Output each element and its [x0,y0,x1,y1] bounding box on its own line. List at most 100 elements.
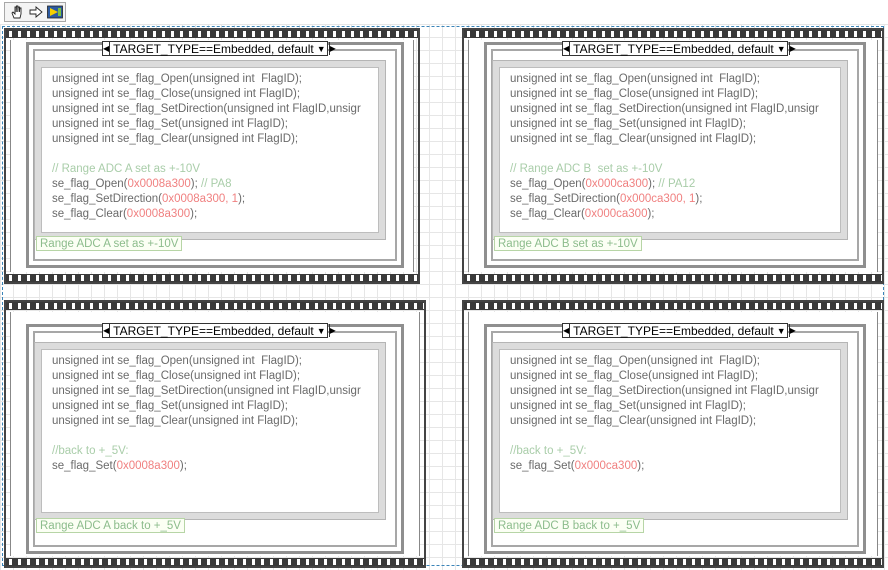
code-token: unsigned int [510,415,576,427]
code-token: unsigned int [52,88,118,100]
dropdown-arrow-icon[interactable]: ▼ [777,44,789,54]
code-line: //back to +_5V: [510,444,819,459]
code-token: ); [179,460,187,472]
code-line: se_flag_Set(0x0008a300); [52,459,361,474]
prev-case-arrow-icon[interactable]: ◀ [103,324,111,337]
code-line: unsigned int se_flag_Open(unsigned int F… [52,354,361,369]
code-token: unsigned int FlagID); [650,355,760,367]
hand-icon[interactable] [9,4,25,20]
code-line: unsigned int se_flag_Set(unsigned int Fl… [52,117,361,132]
code-token: unsigned int FlagID); [651,370,759,382]
code-line: se_flag_SetDirection(0x0008a300, 1); [52,192,361,207]
code-area[interactable]: unsigned int se_flag_Open(unsigned int F… [499,349,841,513]
prev-case-arrow-icon[interactable]: ◀ [563,324,571,337]
code-line: se_flag_Open(0x0008a300); // PA8 [52,177,361,192]
next-case-arrow-icon[interactable]: ▶ [788,42,796,55]
code-token: se_flag_Open( [575,73,651,85]
dropdown-arrow-icon[interactable]: ▼ [777,326,789,336]
code-token: unsigned int [52,370,118,382]
case-selector[interactable]: ◀ TARGET_TYPE==Embedded, default ▼ ▶ [562,41,796,56]
film-strip-bottom [464,274,882,282]
code-token: // Range ADC B set as +-10V [510,163,663,175]
code-line: unsigned int se_flag_Open(unsigned int F… [510,72,819,87]
formula-node[interactable]: unsigned int se_flag_Open(unsigned int F… [492,60,848,240]
prev-case-arrow-icon[interactable]: ◀ [563,42,571,55]
code-line: unsigned int se_flag_SetDirection(unsign… [510,384,819,399]
film-strip-top [464,30,882,38]
code-token: se_flag_Close( [117,88,194,100]
prev-case-arrow-icon[interactable]: ◀ [103,42,111,55]
code-line: unsigned int se_flag_Close(unsigned int … [52,87,361,102]
code-token: // PA8 [201,178,232,190]
arrow-icon[interactable] [28,4,44,20]
case-selector-label: TARGET_TYPE==Embedded, default [573,41,774,56]
next-case-arrow-icon[interactable]: ▶ [328,42,336,55]
formula-node[interactable]: unsigned int se_flag_Open(unsigned int F… [492,342,848,520]
code-token: 0x000ca300 [574,460,638,472]
free-label[interactable]: Range ADC B back to +_5V [494,518,645,533]
code-token: unsigned int FlagID); [193,370,301,382]
free-label[interactable]: Range ADC B set as +-10V [494,236,642,251]
next-case-arrow-icon[interactable]: ▶ [788,324,796,337]
code-token: ); [648,178,659,190]
code-token: se_flag_Set( [117,400,182,412]
code-token: ); [238,193,246,205]
code-token: unsigned int FlagID); [193,88,301,100]
code-line: // Range ADC B set as +-10V [510,162,819,177]
code-line: unsigned int se_flag_Clear(unsigned int … [510,414,819,429]
code-token: unsigned int [52,118,118,130]
toolbar [4,2,66,22]
code-token: ); [637,460,645,472]
code-token: se_flag_Clear( [117,133,193,145]
code-token: unsigned int FlagID); [639,400,746,412]
code-token: se_flag_Set( [117,118,182,130]
code-token: se_flag_SetDirection( [575,103,686,115]
code-token: se_flag_Clear( [575,133,651,145]
code-area[interactable]: unsigned int se_flag_Open(unsigned int F… [41,349,379,513]
code-line: unsigned int se_flag_Clear(unsigned int … [510,132,819,147]
code-line: unsigned int se_flag_Set(unsigned int Fl… [510,117,819,132]
free-label[interactable]: Range ADC A back to +_5V [36,518,185,533]
code-line: unsigned int se_flag_SetDirection(unsign… [52,384,361,399]
code-token: se_flag_SetDirection( [510,193,620,205]
formula-node[interactable]: unsigned int se_flag_Open(unsigned int F… [34,342,386,520]
code-token: unsigned int [510,73,576,85]
code-token: se_flag_Set( [575,118,640,130]
code-token: 0x000ca300, 1 [619,193,696,205]
code-token: unsigned int FlagID); [639,118,746,130]
case-selector[interactable]: ◀ TARGET_TYPE==Embedded, default ▼ ▶ [102,323,336,338]
code-token: unsigned int FlagID); [181,400,288,412]
formula-node[interactable]: unsigned int se_flag_Open(unsigned int F… [34,60,386,240]
run-icon[interactable] [47,4,63,20]
dropdown-arrow-icon[interactable]: ▼ [317,326,329,336]
case-selector-label: TARGET_TYPE==Embedded, default [573,323,774,338]
code-line: //back to +_5V: [52,444,361,459]
free-label[interactable]: Range ADC A set as +-10V [36,236,183,251]
code-token: unsigned int FlagID); [650,73,760,85]
code-line: unsigned int se_flag_Open(unsigned int F… [510,354,819,369]
film-strip-bottom [464,558,882,566]
code-token: unsigned int [510,118,576,130]
film-strip-top [6,30,418,38]
code-token: unsigned int [510,385,576,397]
code-line: se_flag_Open(0x000ca300); // PA12 [510,177,819,192]
dropdown-arrow-icon[interactable]: ▼ [317,44,329,54]
code-token: se_flag_SetDirection( [52,193,162,205]
case-selector[interactable]: ◀ TARGET_TYPE==Embedded, default ▼ ▶ [562,323,796,338]
code-token: ); [695,193,703,205]
code-token: se_flag_SetDirection( [575,385,686,397]
code-area[interactable]: unsigned int se_flag_Open(unsigned int F… [499,67,841,233]
code-token: se_flag_Clear( [117,415,193,427]
code-line: se_flag_Clear(0x000ca300); [510,207,819,222]
code-token: unsigned int [52,400,118,412]
next-case-arrow-icon[interactable]: ▶ [328,324,336,337]
code-area[interactable]: unsigned int se_flag_Open(unsigned int F… [41,67,379,233]
code-token: unsigned int [510,370,576,382]
code-line: unsigned int se_flag_SetDirection(unsign… [52,102,361,117]
code-token: unsigned int FlagID); [192,355,302,367]
case-selector[interactable]: ◀ TARGET_TYPE==Embedded, default ▼ ▶ [102,41,336,56]
code-line: unsigned int se_flag_Clear(unsigned int … [52,132,361,147]
